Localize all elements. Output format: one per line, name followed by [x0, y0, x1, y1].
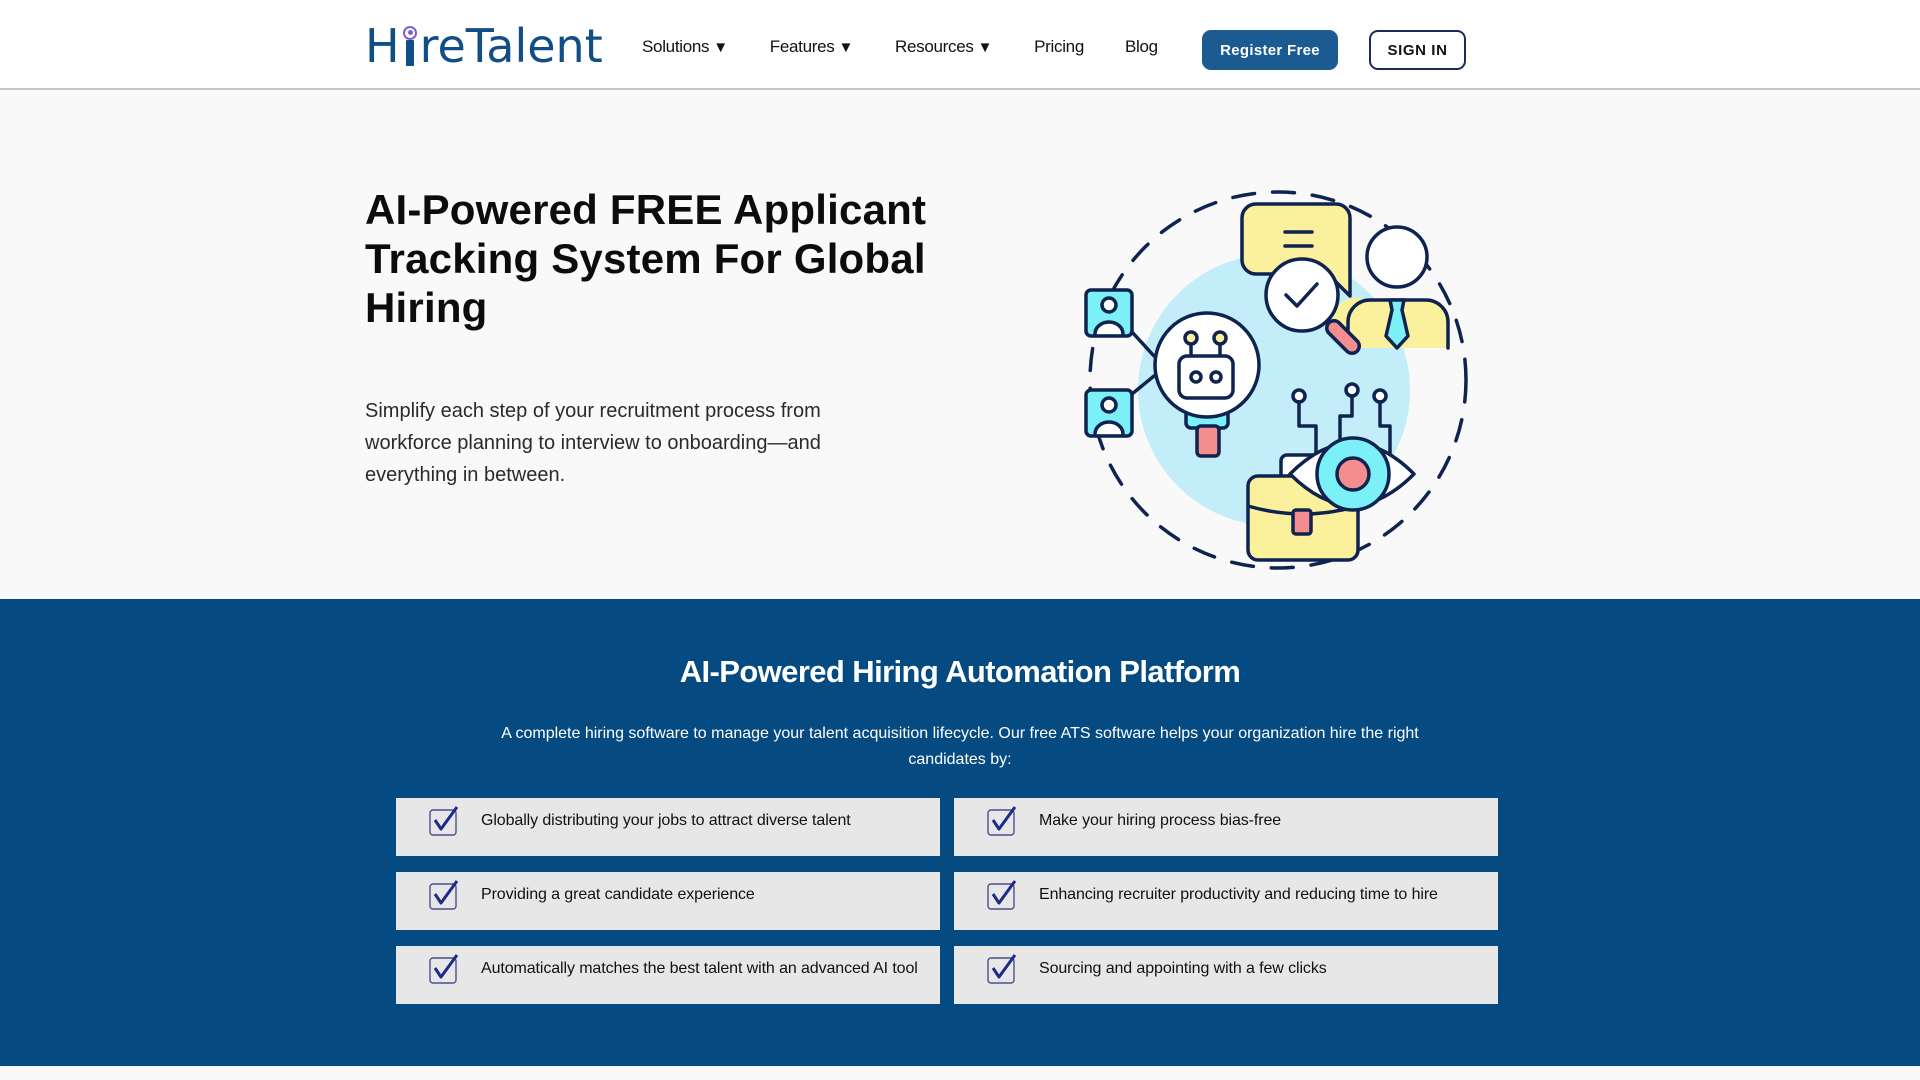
feature-text: Make your hiring process bias-free	[1039, 812, 1282, 829]
robot-handle	[1195, 424, 1221, 458]
nav-blog[interactable]: Blog	[1125, 37, 1158, 57]
nav-solutions[interactable]: Solutions ▼	[642, 37, 728, 57]
candidate-2-head	[1100, 396, 1118, 414]
logo-text-rest: reTalent	[419, 19, 603, 73]
magnifier-person-icon	[402, 26, 418, 66]
register-free-button[interactable]: Register Free	[1202, 30, 1338, 70]
checkbox-checked-icon	[987, 954, 1017, 984]
checkbox-checked-icon	[429, 880, 459, 910]
candidate-1-body	[1093, 320, 1125, 336]
person-head	[1365, 225, 1429, 289]
candidate-1-head	[1100, 296, 1118, 314]
feature-card: Providing a great candidate experience	[396, 872, 940, 930]
hero-section: AI-Powered FREE Applicant Tracking Syste…	[0, 90, 1920, 599]
nav-pricing-label: Pricing	[1034, 37, 1084, 56]
feature-text: Sourcing and appointing with a few click…	[1039, 960, 1327, 977]
ai-recruitment-illustration	[1084, 190, 1468, 570]
feature-card: Make your hiring process bias-free	[954, 798, 1498, 856]
site-header: H reTalent Solutions ▼ Features ▼ Resour…	[0, 0, 1920, 90]
nav-features[interactable]: Features ▼	[769, 37, 854, 57]
feature-list: Globally distributing your jobs to attra…	[396, 798, 1498, 1004]
feature-text: Automatically matches the best talent wi…	[481, 960, 918, 977]
robot-face-icon	[1177, 354, 1235, 400]
checkbox-checked-icon	[987, 806, 1017, 836]
circuit-node-1	[1291, 388, 1307, 404]
caret-down-icon: ▼	[713, 38, 728, 56]
eye-pupil	[1335, 456, 1371, 492]
feature-text: Providing a great candidate experience	[481, 886, 755, 903]
illustration-group	[1084, 190, 1468, 570]
nav-solutions-label: Solutions	[642, 37, 710, 56]
checkbox-checked-icon	[429, 806, 459, 836]
antenna-left-tip	[1183, 330, 1199, 346]
logo-text-h: H	[365, 19, 400, 73]
nav-resources[interactable]: Resources ▼	[895, 37, 992, 57]
checkbox-checked-icon	[987, 880, 1017, 910]
hero-title: AI-Powered FREE Applicant Tracking Syste…	[365, 186, 927, 331]
briefcase-lock	[1291, 508, 1313, 536]
checkbox-checked-icon	[429, 954, 459, 984]
logo-i-dot	[402, 26, 417, 40]
candidate-2-body	[1093, 420, 1125, 436]
feature-card: Globally distributing your jobs to attra…	[396, 798, 940, 856]
circuit-node-3	[1372, 388, 1388, 404]
feature-card: Automatically matches the best talent wi…	[396, 946, 940, 1004]
section-description: A complete hiring software to manage you…	[501, 725, 1419, 768]
automation-platform-section: AI-Powered Hiring Automation Platform A …	[0, 599, 1920, 1066]
caret-down-icon: ▼	[977, 38, 993, 56]
section-title: AI-Powered Hiring Automation Platform	[679, 654, 1241, 689]
nav-pricing[interactable]: Pricing	[1034, 37, 1084, 57]
feature-text: Globally distributing your jobs to attra…	[481, 812, 851, 829]
nav-blog-label: Blog	[1125, 37, 1158, 56]
antenna-right-tip	[1212, 330, 1228, 346]
feature-text: Enhancing recruiter productivity and red…	[1039, 886, 1438, 903]
robot-eye-left	[1189, 370, 1203, 384]
robot-eye-right	[1209, 370, 1223, 384]
feature-card: Sourcing and appointing with a few click…	[954, 946, 1498, 1004]
logo-i-stem	[405, 40, 414, 66]
hero-subtitle: Simplify each step of your recruitment p…	[365, 400, 821, 486]
nav-features-label: Features	[769, 37, 835, 56]
hiretalent-logo[interactable]: H reTalent	[365, 19, 603, 73]
circuit-node-2	[1344, 382, 1360, 398]
feature-card: Enhancing recruiter productivity and red…	[954, 872, 1498, 930]
check-magnifier-icon	[1264, 257, 1340, 333]
main-nav: Solutions ▼ Features ▼ Resources ▼ Prici…	[642, 37, 1158, 57]
nav-resources-label: Resources	[895, 37, 974, 56]
caret-down-icon: ▼	[838, 38, 854, 56]
page-continuation	[0, 1066, 1920, 1080]
sign-in-button[interactable]: SIGN IN	[1369, 30, 1466, 70]
